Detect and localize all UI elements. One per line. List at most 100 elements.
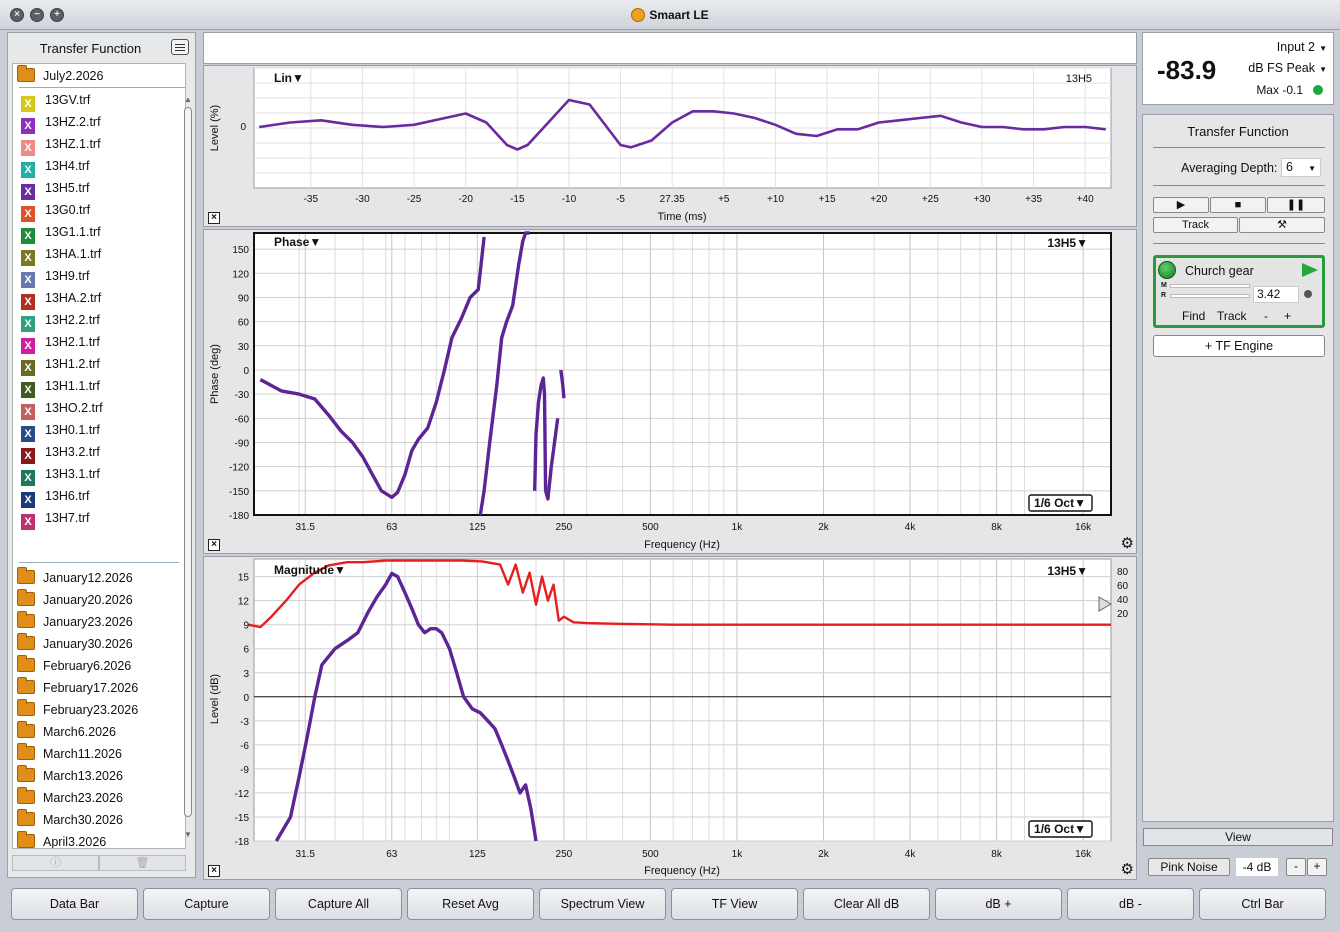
trf-file-icon: X xyxy=(21,96,35,112)
folder-item[interactable]: February17.2026 xyxy=(17,677,138,698)
file-item[interactable]: X 13HA.1.trf xyxy=(17,244,101,266)
file-item[interactable]: X 13H5.trf xyxy=(17,178,89,200)
folder-item[interactable]: January12.2026 xyxy=(17,567,133,588)
spectrum-view-button[interactable]: Spectrum View xyxy=(539,888,666,920)
track-button[interactable]: Track xyxy=(1153,217,1238,233)
sidebar-menu-icon[interactable] xyxy=(171,39,189,55)
scroll-down-icon[interactable]: ▼ xyxy=(184,830,192,839)
file-item[interactable]: X 13HA.2.trf xyxy=(17,288,101,310)
file-name: 13H3.2.trf xyxy=(45,445,100,459)
trash-icon[interactable]: 🗑 xyxy=(99,855,186,871)
folder-item[interactable]: March13.2026 xyxy=(17,765,123,786)
file-item[interactable]: X 13H2.1.trf xyxy=(17,332,100,354)
engine-on-led-icon[interactable] xyxy=(1158,261,1176,279)
file-item[interactable]: X 13G0.trf xyxy=(17,200,90,222)
scroll-up-icon[interactable]: ▲ xyxy=(184,95,192,104)
folder-item[interactable]: February6.2026 xyxy=(17,655,131,676)
pink-noise-plus-button[interactable]: + xyxy=(1307,858,1327,876)
file-item[interactable]: X 13H0.1.trf xyxy=(17,420,100,442)
phase-settings-gear-icon[interactable]: ⚙ xyxy=(1121,536,1134,551)
delay-plus-button[interactable]: + xyxy=(1284,309,1291,323)
impulse-response-plot[interactable]: -35 -30 -25 -20 -15 -10 -5 27.35 +5 +10 +15 +20 +25 +… xyxy=(204,66,1136,226)
delay-minus-button[interactable]: - xyxy=(1264,309,1268,323)
folder-item[interactable]: January30.2026 xyxy=(17,633,133,654)
chevron-down-icon[interactable]: ▼ xyxy=(1319,65,1327,74)
db-minus-button[interactable]: dB - xyxy=(1067,888,1194,920)
file-list-scrollbar[interactable]: ▲ ▼ xyxy=(183,95,193,839)
tools-button[interactable]: ⚒ xyxy=(1239,217,1325,233)
phase-plot[interactable]: 150 120 90 60 30 0 -30 -60 -90 -120 -150 -180 31.5 63… xyxy=(204,230,1136,553)
scroll-thumb[interactable] xyxy=(184,107,192,817)
file-item[interactable]: X 13H1.1.trf xyxy=(17,376,100,398)
pause-button[interactable]: ❚❚ xyxy=(1267,197,1325,213)
file-item[interactable]: X 13H3.2.trf xyxy=(17,442,100,464)
file-item[interactable]: X 13GV.trf xyxy=(17,90,90,112)
capture-all-button[interactable]: Capture All xyxy=(275,888,402,920)
reset-avg-button[interactable]: Reset Avg xyxy=(407,888,534,920)
clear-all-db-button[interactable]: Clear All dB xyxy=(803,888,930,920)
play-button[interactable]: ▶ xyxy=(1153,197,1209,213)
file-item[interactable]: X 13H4.trf xyxy=(17,156,89,178)
folder-item[interactable]: February23.2026 xyxy=(17,699,138,720)
smoothing-selector: 1/6 Oct▼ xyxy=(1034,822,1086,836)
view-button[interactable]: View xyxy=(1143,828,1333,846)
file-name: 13HZ.1.trf xyxy=(45,137,101,151)
delay-field[interactable]: 3.42 xyxy=(1253,286,1299,303)
averaging-depth-select[interactable]: 6 ▼ xyxy=(1281,158,1321,177)
meter-mode-select[interactable]: dB FS Peak xyxy=(1248,61,1315,75)
y-tick-label: -15 xyxy=(235,813,250,824)
file-list[interactable]: July2.2026 X 13GV.trf X 13HZ.2.trf X 13HZ.1.t… xyxy=(12,63,186,849)
title-bar: × − + Smaart LE xyxy=(0,0,1340,30)
file-item[interactable]: X 13H3.1.trf xyxy=(17,464,100,486)
pink-noise-button[interactable]: Pink Noise xyxy=(1148,858,1230,876)
close-impulse-plot-icon[interactable]: × xyxy=(208,212,220,224)
stop-button[interactable]: ■ xyxy=(1210,197,1266,213)
info-icon[interactable]: ⓘ xyxy=(12,855,99,871)
file-item[interactable]: X 13H6.trf xyxy=(17,486,89,508)
file-item[interactable]: X 13G1.1.trf xyxy=(17,222,101,244)
tf-view-button[interactable]: TF View xyxy=(671,888,798,920)
db-plus-button[interactable]: dB + xyxy=(935,888,1062,920)
file-item[interactable]: X 13HZ.1.trf xyxy=(17,134,101,156)
track-delay-button[interactable]: Track xyxy=(1217,309,1247,323)
x-tick-label: -25 xyxy=(407,194,422,205)
add-tf-engine-button[interactable]: + TF Engine xyxy=(1153,335,1325,357)
file-item[interactable]: X 13HO.2.trf xyxy=(17,398,103,420)
magnitude-plot[interactable]: 15129630-3-6-9-12-15-1831.5 63 125 250 500 1k… xyxy=(204,557,1136,879)
x-tick-label: 4k xyxy=(905,849,917,860)
chevron-down-icon[interactable]: ▼ xyxy=(1319,44,1327,53)
engine-play-icon[interactable] xyxy=(1302,263,1318,277)
file-item[interactable]: X 13HZ.2.trf xyxy=(17,112,101,134)
folder-icon xyxy=(17,787,35,804)
folder-icon xyxy=(17,633,35,650)
meter-input-select[interactable]: Input 2 xyxy=(1277,40,1315,54)
folder-item[interactable]: March23.2026 xyxy=(17,787,123,808)
averaging-depth-value: 6 xyxy=(1286,160,1293,174)
tf-engine-church-gear[interactable]: Church gear M R 3.42 Find Track - + xyxy=(1153,255,1325,328)
find-delay-button[interactable]: Find xyxy=(1182,309,1205,323)
trf-file-icon: X xyxy=(21,162,35,178)
folder-item[interactable]: March30.2026 xyxy=(17,809,123,830)
data-bar-button[interactable]: Data Bar xyxy=(11,888,138,920)
close-magnitude-plot-icon[interactable]: × xyxy=(208,865,220,877)
file-item[interactable]: X 13H1.2.trf xyxy=(17,354,100,376)
y-tick-label: -60 xyxy=(235,414,250,425)
folder-item[interactable]: March6.2026 xyxy=(17,721,116,742)
magnitude-settings-gear-icon[interactable]: ⚙ xyxy=(1121,862,1134,877)
current-folder[interactable]: July2.2026 xyxy=(17,65,103,86)
meter-m-label: M xyxy=(1161,282,1167,289)
file-item[interactable]: X 13H7.trf xyxy=(17,508,89,530)
ctrl-bar-button[interactable]: Ctrl Bar xyxy=(1199,888,1326,920)
folder-item[interactable]: January20.2026 xyxy=(17,589,133,610)
pink-noise-minus-button[interactable]: - xyxy=(1286,858,1306,876)
capture-button[interactable]: Capture xyxy=(143,888,270,920)
file-item[interactable]: X 13H2.2.trf xyxy=(17,310,100,332)
x-tick-label: 31.5 xyxy=(295,522,315,533)
file-item[interactable]: X 13H9.trf xyxy=(17,266,89,288)
divider xyxy=(1153,185,1325,186)
folder-item[interactable]: April3.2026 xyxy=(17,831,106,848)
folder-item[interactable]: January23.2026 xyxy=(17,611,133,632)
folder-item[interactable]: March11.2026 xyxy=(17,743,122,764)
plot-area xyxy=(254,233,1111,515)
close-phase-plot-icon[interactable]: × xyxy=(208,539,220,551)
